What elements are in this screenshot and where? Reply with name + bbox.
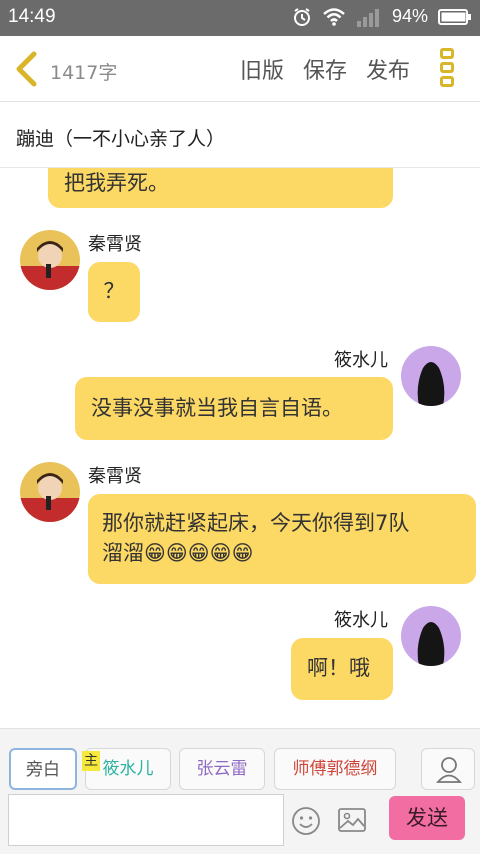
image-icon[interactable]: [337, 806, 367, 834]
role-narration-button[interactable]: 旁白: [9, 748, 77, 790]
message-input[interactable]: [8, 794, 284, 846]
publish-button[interactable]: 发布: [366, 53, 410, 85]
battery-icon: [438, 8, 471, 25]
message-text-line2: 溜溜😁😁😁😁😁: [102, 541, 254, 565]
message-bubble[interactable]: ？: [88, 262, 140, 322]
speaker-name: 筱水儿: [334, 350, 388, 371]
save-button[interactable]: 保存: [303, 53, 347, 85]
alarm-icon: [293, 7, 310, 26]
status-time: 14:49: [8, 6, 56, 27]
message-bubble[interactable]: 那你就赶紧起床，今天你得到7队 溜溜😁😁😁😁😁: [88, 494, 476, 584]
avatar-image-icon: [401, 346, 461, 406]
editor-header: 1417字 旧版 保存 发布: [0, 36, 480, 102]
status-icons: 94%: [292, 6, 472, 27]
role-button[interactable]: 张云雷: [179, 748, 265, 790]
message-bubble[interactable]: 啊！哦: [291, 638, 393, 700]
role-button[interactable]: 师傅郭德纲: [274, 748, 396, 790]
message-text: 啊！哦: [307, 656, 370, 680]
input-bar: 发送: [0, 794, 480, 854]
story-title: 蹦迪（一不小心亲了人）: [16, 128, 226, 150]
message-text: 没事没事就当我自言自语。: [91, 396, 343, 420]
speaker-name: 秦霄贤: [88, 234, 142, 255]
add-role-button[interactable]: [421, 748, 475, 790]
wifi-icon: [323, 7, 345, 26]
message-text-line1: 那你就赶紧起床，今天你得到7队: [102, 511, 410, 535]
person-icon: [436, 757, 462, 783]
chat-area[interactable]: 把我弄死。 秦霄贤 ？ 筱水儿 没事没事就当我自言自语。 秦霄贤 那你就赶紧起床…: [0, 168, 480, 728]
role-label: 筱水儿: [102, 759, 154, 779]
message-bubble[interactable]: 没事没事就当我自言自语。: [75, 377, 393, 440]
signal-icon: [356, 8, 379, 27]
host-tag: 主: [82, 751, 100, 771]
speaker-name: 秦霄贤: [88, 466, 142, 487]
story-title-bar[interactable]: 蹦迪（一不小心亲了人）: [0, 102, 480, 168]
role-label: 旁白: [26, 760, 60, 780]
role-label: 张云雷: [196, 759, 248, 779]
status-bar: 14:49 94%: [0, 0, 480, 36]
char-count: 1417字: [50, 62, 118, 84]
message-bubble[interactable]: 把我弄死。: [48, 168, 393, 208]
message-text: 把我弄死。: [64, 171, 169, 195]
avatar-image-icon: [20, 462, 80, 522]
avatar[interactable]: [20, 462, 80, 522]
back-chevron-icon[interactable]: [12, 50, 42, 88]
avatar[interactable]: [401, 606, 461, 666]
old-version-button[interactable]: 旧版: [240, 53, 284, 85]
menu-icon[interactable]: [440, 48, 460, 92]
emoji-icon[interactable]: [291, 806, 321, 836]
role-selector-bar: 旁白 筱水儿 主 张云雷 师傅郭德纲: [0, 728, 480, 794]
battery-percent: 94%: [391, 6, 428, 26]
role-label: 师傅郭德纲: [292, 759, 378, 779]
send-button[interactable]: 发送: [389, 796, 465, 840]
message-text: ？: [103, 279, 125, 303]
speaker-name: 筱水儿: [334, 610, 388, 631]
avatar[interactable]: [20, 230, 80, 290]
avatar-image-icon: [20, 230, 80, 290]
avatar[interactable]: [401, 346, 461, 406]
avatar-image-icon: [401, 606, 461, 666]
